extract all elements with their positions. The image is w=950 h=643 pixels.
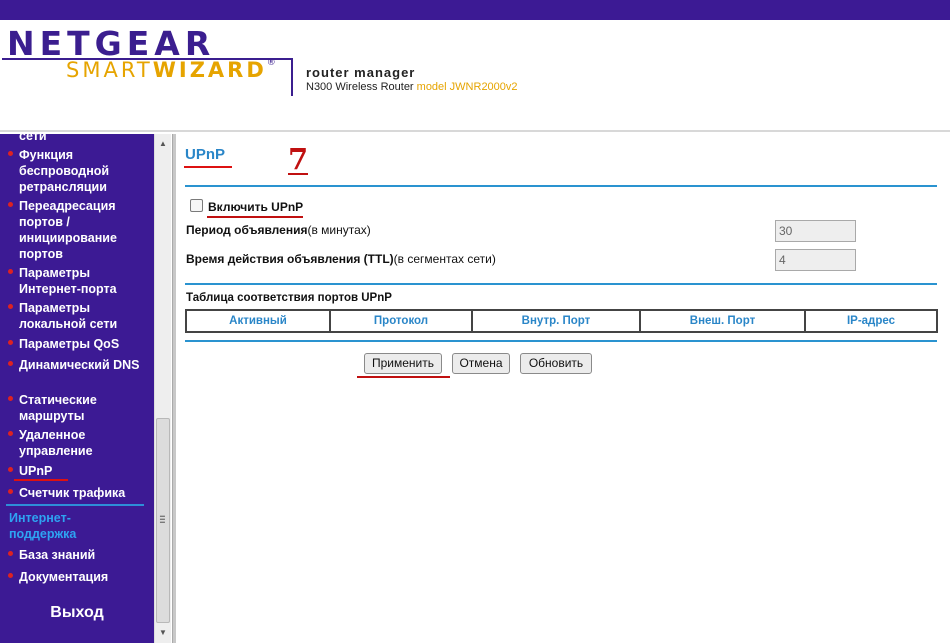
sidebar-item-documentation[interactable]: Документация	[8, 569, 148, 585]
cancel-button[interactable]: Отмена	[452, 353, 510, 374]
col-protocol: Протокол	[329, 309, 473, 333]
step-annotation-underline	[288, 173, 308, 175]
sidebar-item-label: UPnP	[19, 464, 53, 478]
logout-button[interactable]: Выход	[0, 604, 154, 622]
sidebar-item-traffic-meter[interactable]: Счетчик трафика	[8, 485, 148, 501]
bullet-icon	[8, 361, 13, 366]
router-model: model JWNR2000v2	[416, 81, 518, 93]
bullet-icon	[8, 340, 13, 345]
scroll-up-icon[interactable]: ▲	[155, 136, 171, 152]
title-annotation-underline	[184, 166, 232, 168]
sidebar-item-label: Параметры Интернет-порта	[19, 266, 117, 296]
sidebar-item-label: Документация	[19, 570, 109, 584]
sidebar-item-label: База знаний	[19, 548, 96, 562]
adv-ttl-label-unit: (в сегментах сети)	[393, 252, 496, 266]
port-table-caption: Таблица соответствия портов UPnP	[186, 292, 392, 304]
sidebar-item-label: Параметры локальной сети	[19, 301, 118, 331]
sidebar-item-wireless-repeating[interactable]: Функция беспроводной ретрансляции	[8, 147, 148, 195]
adv-period-input[interactable]	[775, 220, 856, 242]
bullet-icon	[8, 551, 13, 556]
sidebar-item-wan-setup[interactable]: Параметры Интернет-порта	[8, 265, 148, 297]
adv-ttl-label-main: Время действия объявления (TTL)	[186, 252, 394, 266]
bullet-icon	[8, 467, 13, 472]
sidebar-item-dynamic-dns[interactable]: Динамический DNS	[8, 357, 148, 373]
bullet-icon	[8, 431, 13, 436]
table-header-row: Активный Протокол Внутр. Порт Внеш. Порт…	[185, 309, 938, 333]
router-manager-title: router manager	[306, 65, 416, 80]
bullet-icon	[8, 396, 13, 401]
main-content: UPnP 7 Включить UPnP Период объявления(в…	[176, 134, 950, 643]
enable-upnp-label[interactable]: Включить UPnP	[208, 200, 303, 214]
bullet-icon	[8, 202, 13, 207]
adv-ttl-label: Время действия объявления (TTL)(в сегмен…	[186, 252, 496, 266]
apply-annotation-underline	[357, 376, 450, 378]
sidebar: сети Функция беспроводной ретрансляции П…	[0, 134, 154, 643]
sidebar-item-label: Функция беспроводной ретрансляции	[19, 148, 110, 194]
col-external-port: Внеш. Порт	[639, 309, 806, 333]
sidebar-item-knowledge-base[interactable]: База знаний	[8, 547, 148, 563]
sidebar-item-label: Динамический DNS	[19, 358, 140, 372]
sidebar-item-label: Статические маршруты	[19, 393, 97, 423]
sidebar-item-lan-setup[interactable]: Параметры локальной сети	[8, 300, 148, 332]
smartwizard-bold: WIZARD	[152, 58, 267, 82]
page-title: UPnP	[185, 146, 226, 163]
enable-upnp-checkbox[interactable]	[190, 199, 203, 212]
top-rule	[185, 185, 937, 187]
smartwizard-logo: SMARTWIZARD®	[66, 58, 276, 82]
grip-icon: ━ ━ ━	[160, 512, 165, 527]
sidebar-item-static-routes[interactable]: Статические маршруты	[8, 392, 148, 424]
sidebar-item-label: Переадресация портов / инициирование пор…	[19, 199, 117, 261]
col-ip-address: IP-адрес	[804, 309, 938, 333]
registered-mark: ®	[266, 58, 276, 68]
sidebar-item-upnp[interactable]: UPnP	[8, 463, 148, 479]
sidebar-separator	[6, 504, 144, 506]
scroll-down-icon[interactable]: ▼	[155, 625, 171, 641]
col-active: Активный	[185, 309, 331, 333]
sidebar-item-port-forwarding[interactable]: Переадресация портов / инициирование пор…	[8, 198, 148, 262]
support-heading: Интернет-поддержка	[9, 511, 77, 541]
logo-rule-vertical	[291, 58, 293, 96]
refresh-button[interactable]: Обновить	[520, 353, 592, 374]
port-map-table: Активный Протокол Внутр. Порт Внеш. Порт…	[185, 309, 938, 333]
sidebar-item-qos[interactable]: Параметры QoS	[8, 336, 148, 352]
sidebar-item-label: Счетчик трафика	[19, 486, 126, 500]
router-subtitle: N300 Wireless Router model JWNR2000v2	[306, 81, 518, 93]
apply-button[interactable]: Применить	[364, 353, 442, 374]
adv-ttl-input[interactable]	[775, 249, 856, 271]
middle-rule	[185, 283, 937, 285]
smartwizard-prefix: SMART	[66, 58, 153, 82]
router-name: N300 Wireless Router	[306, 81, 414, 93]
adv-period-label-unit: (в минутах)	[307, 223, 371, 237]
sidebar-item-remote-management[interactable]: Удаленное управление	[8, 427, 148, 459]
scroll-thumb[interactable]: ━ ━ ━	[156, 418, 170, 623]
checkbox-annotation-underline	[207, 216, 303, 218]
bullet-icon	[8, 269, 13, 274]
bullet-icon	[8, 489, 13, 494]
upnp-annotation-underline	[14, 479, 68, 481]
bullet-icon	[8, 304, 13, 309]
sidebar-item-label: сети	[19, 134, 47, 143]
col-internal-port: Внутр. Порт	[471, 309, 641, 333]
adv-period-label: Период объявления(в минутах)	[186, 223, 371, 237]
sidebar-item-label: Параметры QoS	[19, 337, 120, 351]
bottom-rule	[185, 340, 937, 342]
bullet-icon	[8, 573, 13, 578]
step-number-annotation: 7	[288, 142, 309, 176]
header: NETGEAR SMARTWIZARD® router manager N300…	[0, 20, 950, 132]
sidebar-item-label: Удаленное управление	[19, 428, 93, 458]
sidebar-item-network-partial[interactable]: сети	[8, 134, 148, 144]
sidebar-scrollbar[interactable]: ▲ ━ ━ ━ ▼	[154, 134, 171, 643]
adv-period-label-main: Период объявления	[186, 223, 308, 237]
top-bar	[0, 0, 950, 20]
bullet-icon	[8, 151, 13, 156]
